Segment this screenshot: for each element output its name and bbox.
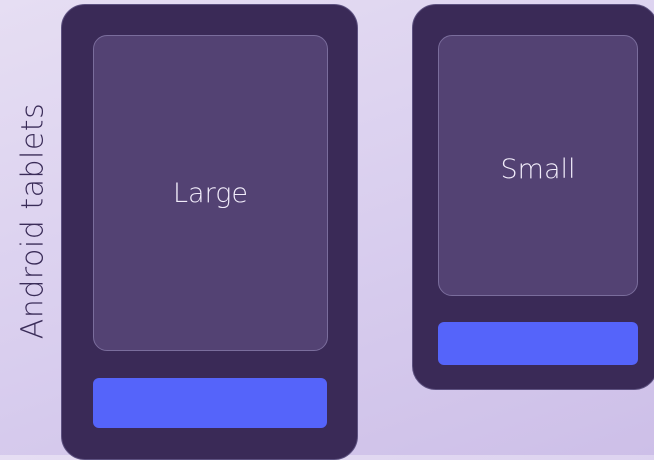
tablet-large-bar <box>93 378 327 428</box>
tablet-small: Small <box>412 4 654 390</box>
tablet-small-screen: Small <box>438 35 638 296</box>
side-label: Android tablets <box>15 102 51 340</box>
tablet-large: Large <box>61 4 358 460</box>
tablet-small-bar <box>438 322 638 365</box>
tablet-small-label: Small <box>500 154 576 185</box>
tablet-large-label: Large <box>172 177 249 209</box>
tablet-large-screen: Large <box>93 35 328 351</box>
